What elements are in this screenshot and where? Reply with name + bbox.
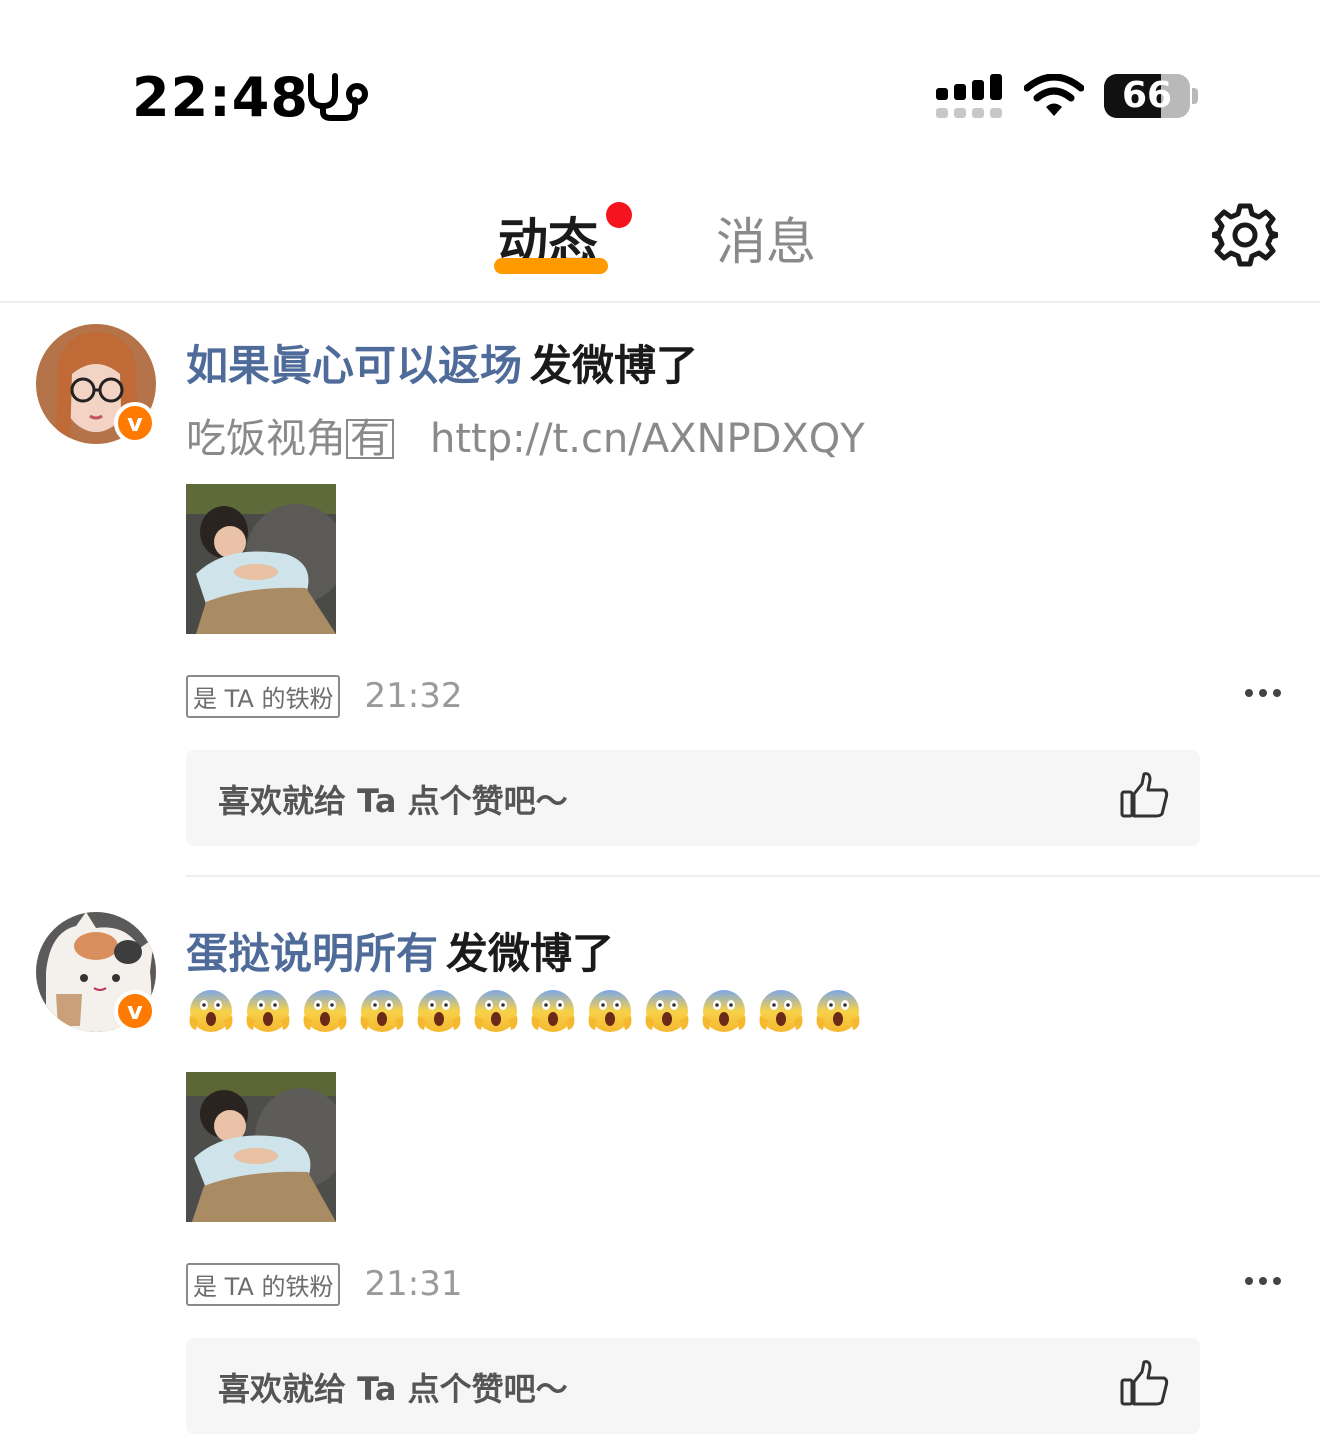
post-emoji-row: [186, 986, 863, 1036]
thumbs-up-icon[interactable]: [1120, 1358, 1170, 1408]
post-meta: 是 TA 的铁粉 21:32: [186, 674, 463, 718]
author-name[interactable]: 如果眞心可以返场: [186, 341, 522, 390]
post-action: 发微博了: [446, 929, 615, 978]
post-text-prefix: 吃饭视角: [186, 416, 346, 462]
battery-cap: [1192, 88, 1198, 104]
like-bar[interactable]: 喜欢就给 Ta 点个赞吧～: [186, 750, 1200, 846]
fan-badge: 是 TA 的铁粉: [186, 674, 341, 718]
battery-level: 66: [1121, 75, 1173, 116]
like-prompt: 喜欢就给 Ta 点个赞吧～: [218, 782, 568, 820]
screaming-face-icon: [303, 990, 347, 1032]
tab-messages[interactable]: 消息: [716, 202, 816, 274]
clock: 22:48: [132, 66, 309, 129]
author-name[interactable]: 蛋挞说明所有: [186, 929, 438, 978]
screaming-face-icon: [189, 990, 233, 1032]
post-text[interactable]: 吃饭视角有 http://t.cn/AXNPDXQY: [186, 406, 865, 464]
battery-icon: 66: [1104, 74, 1190, 118]
screaming-face-icon: [702, 990, 746, 1032]
like-prompt: 喜欢就给 Ta 点个赞吧～: [218, 1370, 568, 1408]
screaming-face-icon: [531, 990, 575, 1032]
screaming-face-icon: [246, 990, 290, 1032]
gear-icon[interactable]: [1212, 202, 1278, 268]
fan-badge: 是 TA 的铁粉: [186, 1262, 341, 1306]
verified-icon: v: [114, 402, 156, 444]
verified-icon: v: [114, 990, 156, 1032]
more-icon[interactable]: [1244, 688, 1282, 698]
post-headline: 如果眞心可以返场 发微博了: [186, 332, 698, 393]
screaming-face-icon: [588, 990, 632, 1032]
screaming-face-icon: [759, 990, 803, 1032]
divider: [186, 875, 1320, 877]
signal-icon: [936, 74, 1002, 118]
post-image[interactable]: [186, 1072, 336, 1222]
like-bar[interactable]: 喜欢就给 Ta 点个赞吧～: [186, 1338, 1200, 1434]
post-image[interactable]: [186, 484, 336, 634]
tab-header: 动态 消息: [0, 170, 1320, 303]
screaming-face-icon: [816, 990, 860, 1032]
screaming-face-icon: [417, 990, 461, 1032]
wifi-icon: [1024, 74, 1084, 116]
tab-active-underline: [494, 258, 608, 274]
post-meta: 是 TA 的铁粉 21:31: [186, 1262, 463, 1306]
thumbs-up-icon[interactable]: [1120, 770, 1170, 820]
post-headline: 蛋挞说明所有 发微博了: [186, 920, 614, 981]
post-text-boxed-char: 有: [346, 419, 394, 459]
screaming-face-icon: [360, 990, 404, 1032]
screaming-face-icon: [474, 990, 518, 1032]
notification-dot: [606, 202, 632, 228]
post-time: 21:31: [364, 1264, 463, 1304]
post-link[interactable]: http://t.cn/AXNPDXQY: [430, 416, 865, 462]
screaming-face-icon: [645, 990, 689, 1032]
post-action: 发微博了: [530, 341, 699, 390]
post-time: 21:32: [364, 676, 463, 716]
more-icon[interactable]: [1244, 1276, 1282, 1286]
activity-icon: [308, 73, 368, 121]
status-bar: 22:48 66: [0, 0, 1320, 160]
